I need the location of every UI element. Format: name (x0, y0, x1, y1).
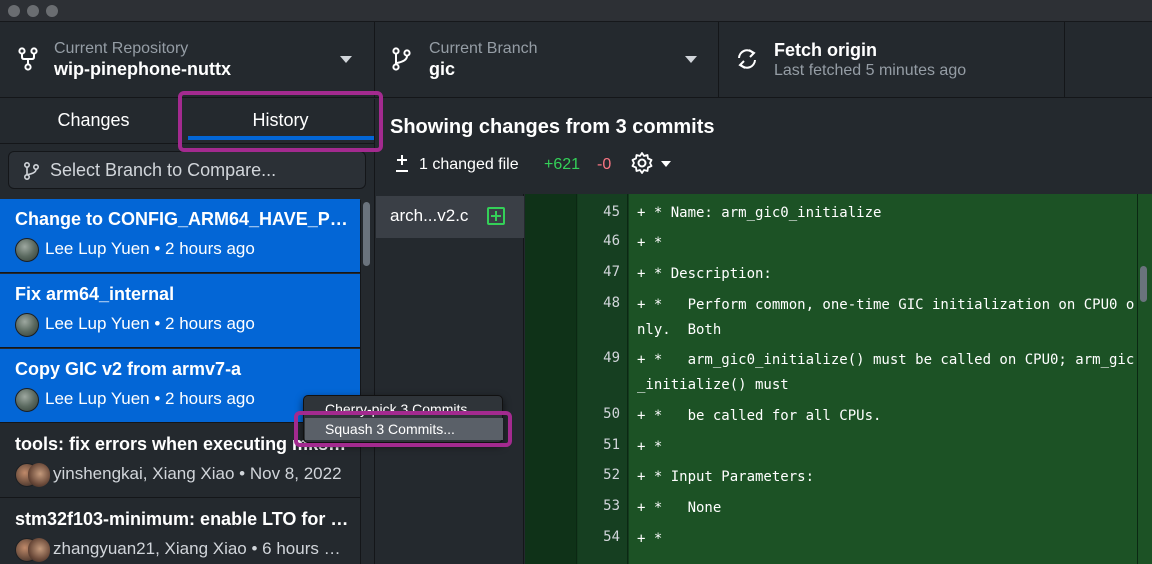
chevron-down-icon (340, 56, 352, 63)
chevron-down-icon (685, 56, 697, 63)
diff-scroll-thumb[interactable] (1140, 266, 1147, 302)
last-fetched-text: Last fetched 5 minutes ago (774, 62, 967, 79)
branch-compare-input[interactable]: Select Branch to Compare... (8, 151, 366, 189)
avatar (28, 463, 50, 487)
commit-meta: Lee Lup Yuen • 2 hours ago (45, 389, 255, 408)
commit-meta: Lee Lup Yuen • 2 hours ago (45, 239, 255, 258)
diff-view: 45 + * Name: arm_gic0_initialize 46 + * … (525, 194, 1152, 564)
line-number: 51 (603, 437, 620, 453)
diff-line: + * arm_gic0_initialize() must be called… (637, 352, 1135, 393)
diff-header: Showing changes from 3 commits 1 changed… (376, 99, 1152, 194)
line-number: 48 (603, 295, 620, 311)
toolbar: Current Repository wip-pinephone-nuttx C… (0, 22, 1152, 98)
avatar (15, 313, 39, 337)
gear-icon[interactable] (630, 151, 654, 175)
line-number: 46 (603, 233, 620, 249)
file-list-item[interactable]: arch...v2.c (376, 196, 524, 238)
diff-line: + * (637, 235, 663, 251)
line-number: 50 (603, 406, 620, 422)
list-item[interactable]: stm32f103-minimum: enable LTO for nsh zh… (0, 499, 360, 564)
fetch-origin-label: Fetch origin (774, 40, 877, 60)
line-number: 45 (603, 204, 620, 220)
highlight-box-squash (294, 411, 512, 447)
list-item[interactable]: Fix arm64_internal Lee Lup Yuen • 2 hour… (0, 274, 360, 348)
diff-line: + * be called for all CPUs. (637, 408, 882, 424)
repo-fork-icon (18, 47, 38, 71)
additions-count: +621 (544, 156, 581, 173)
current-branch-name: gic (429, 59, 456, 79)
diff-line: + * None (637, 500, 722, 516)
commit-title: Change to CONFIG_ARM64_HAVE_PSCI (15, 209, 350, 229)
fetch-origin-button[interactable]: Fetch origin Last fetched 5 minutes ago (719, 22, 1065, 98)
diff-line: + * Description: (637, 266, 772, 282)
current-branch-label: Current Branch (429, 40, 538, 57)
changed-files-count: 1 changed file (419, 156, 519, 173)
commit-meta: Lee Lup Yuen • 2 hours ago (45, 314, 255, 333)
chevron-down-icon[interactable] (661, 161, 671, 167)
avatar (15, 238, 39, 262)
diff-scrollbar[interactable] (1137, 194, 1152, 564)
diff-line: + * Input Parameters: (637, 469, 815, 485)
minimize-window-button[interactable] (27, 5, 39, 17)
commit-title: Fix arm64_internal (15, 284, 175, 304)
diff-line: + * (637, 531, 663, 547)
page-title: Showing changes from 3 commits (390, 116, 715, 138)
zoom-window-button[interactable] (46, 5, 58, 17)
line-number: 52 (603, 467, 620, 483)
current-repository-name: wip-pinephone-nuttx (54, 59, 231, 79)
commit-title: stm32f103-minimum: enable LTO for nsh (15, 509, 350, 529)
avatar (28, 538, 50, 562)
diff-line: + * Name: arm_gic0_initialize (637, 205, 882, 221)
deletions-count: -0 (597, 156, 612, 173)
diff-gutter-old (525, 194, 577, 564)
diff-line: + * Perform common, one-time GIC initial… (637, 297, 1135, 338)
changed-files-list: arch...v2.c (376, 194, 524, 564)
current-repository-button[interactable]: Current Repository wip-pinephone-nuttx (0, 22, 375, 98)
commit-meta: yinshengkai, Xiang Xiao • Nov 8, 2022 (53, 464, 342, 483)
line-number: 54 (603, 529, 620, 545)
file-added-icon (487, 207, 505, 225)
commit-list-scroll-thumb[interactable] (363, 202, 370, 266)
line-number: 49 (603, 350, 620, 366)
tab-changes[interactable]: Changes (0, 99, 187, 143)
commit-meta: zhangyuan21, Xiang Xiao • 6 hours ago (53, 539, 343, 558)
line-number: 47 (603, 264, 620, 280)
diff-icon (396, 155, 408, 172)
close-window-button[interactable] (8, 5, 20, 17)
branch-compare-placeholder: Select Branch to Compare... (50, 160, 277, 180)
list-item[interactable]: Change to CONFIG_ARM64_HAVE_PSCI Lee Lup… (0, 199, 360, 273)
line-number: 53 (603, 498, 620, 514)
avatar (15, 388, 39, 412)
branch-icon (392, 47, 411, 71)
branch-icon (23, 161, 40, 181)
current-repository-label: Current Repository (54, 40, 189, 57)
commit-title: Copy GIC v2 from armv7-a (15, 359, 242, 379)
window-titlebar (0, 0, 1152, 22)
sync-icon (738, 49, 756, 69)
highlight-box-history-tab (178, 91, 383, 152)
diff-line: + * (637, 439, 663, 455)
file-name: arch...v2.c (390, 206, 469, 225)
current-branch-button[interactable]: Current Branch gic (375, 22, 719, 98)
